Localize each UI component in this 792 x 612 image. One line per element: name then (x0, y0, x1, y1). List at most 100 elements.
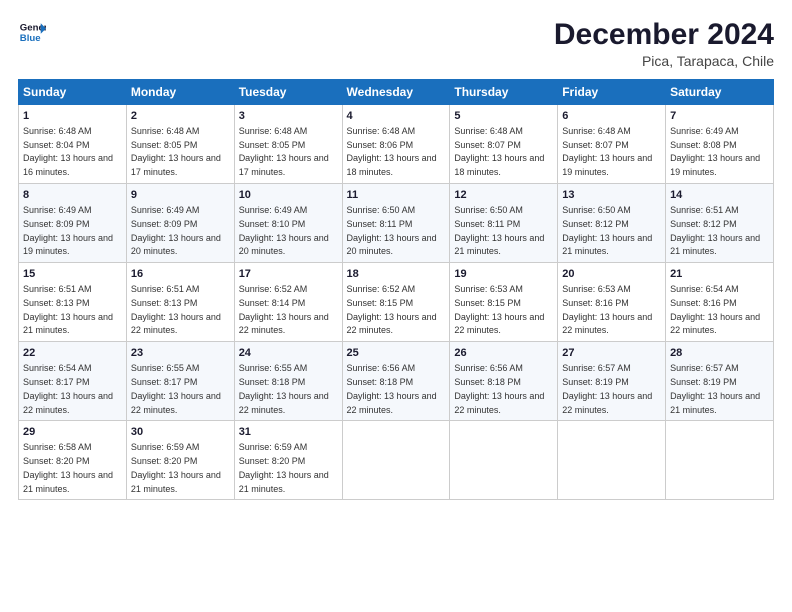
table-row: 11 Sunrise: 6:50 AMSunset: 8:11 PMDayligh… (342, 184, 450, 263)
page: General Blue December 2024 Pica, Tarapac… (0, 0, 792, 612)
header-tuesday: Tuesday (234, 80, 342, 105)
day-number: 18 (347, 267, 446, 282)
table-row (558, 421, 666, 500)
day-number: 11 (347, 188, 446, 203)
day-info: Sunrise: 6:48 AMSunset: 8:07 PMDaylight:… (454, 126, 544, 177)
subtitle: Pica, Tarapaca, Chile (554, 53, 774, 69)
day-number: 1 (23, 109, 122, 124)
table-row: 23 Sunrise: 6:55 AMSunset: 8:17 PMDayligh… (126, 342, 234, 421)
day-number: 25 (347, 346, 446, 361)
day-info: Sunrise: 6:48 AMSunset: 8:04 PMDaylight:… (23, 126, 113, 177)
day-info: Sunrise: 6:51 AMSunset: 8:13 PMDaylight:… (131, 284, 221, 335)
day-number: 14 (670, 188, 769, 203)
day-number: 12 (454, 188, 553, 203)
day-info: Sunrise: 6:49 AMSunset: 8:10 PMDaylight:… (239, 205, 329, 256)
title-block: December 2024 Pica, Tarapaca, Chile (554, 18, 774, 69)
day-number: 31 (239, 425, 338, 440)
header-monday: Monday (126, 80, 234, 105)
table-row: 4 Sunrise: 6:48 AMSunset: 8:06 PMDaylight… (342, 105, 450, 184)
header-friday: Friday (558, 80, 666, 105)
day-info: Sunrise: 6:49 AMSunset: 8:09 PMDaylight:… (23, 205, 113, 256)
day-number: 30 (131, 425, 230, 440)
day-info: Sunrise: 6:57 AMSunset: 8:19 PMDaylight:… (670, 363, 760, 414)
table-row: 12Sunrise: 6:50 AMSunset: 8:11 PMDayligh… (450, 184, 558, 263)
calendar-week-row: 22Sunrise: 6:54 AMSunset: 8:17 PMDayligh… (19, 342, 774, 421)
day-info: Sunrise: 6:53 AMSunset: 8:15 PMDaylight:… (454, 284, 544, 335)
day-info: Sunrise: 6:52 AMSunset: 8:15 PMDaylight:… (347, 284, 437, 335)
day-info: Sunrise: 6:49 AMSunset: 8:08 PMDaylight:… (670, 126, 760, 177)
table-row: 8 Sunrise: 6:49 AMSunset: 8:09 PMDaylight… (19, 184, 127, 263)
day-info: Sunrise: 6:53 AMSunset: 8:16 PMDaylight:… (562, 284, 652, 335)
table-row: 26 Sunrise: 6:56 AMSunset: 8:18 PMDayligh… (450, 342, 558, 421)
day-info: Sunrise: 6:51 AMSunset: 8:13 PMDaylight:… (23, 284, 113, 335)
day-number: 9 (131, 188, 230, 203)
day-info: Sunrise: 6:52 AMSunset: 8:14 PMDaylight:… (239, 284, 329, 335)
day-number: 16 (131, 267, 230, 282)
day-info: Sunrise: 6:50 AMSunset: 8:11 PMDaylight:… (347, 205, 437, 256)
table-row: 10 Sunrise: 6:49 AMSunset: 8:10 PMDayligh… (234, 184, 342, 263)
day-number: 29 (23, 425, 122, 440)
day-info: Sunrise: 6:54 AMSunset: 8:16 PMDaylight:… (670, 284, 760, 335)
table-row: 5 Sunrise: 6:48 AMSunset: 8:07 PMDaylight… (450, 105, 558, 184)
header-saturday: Saturday (666, 80, 774, 105)
day-info: Sunrise: 6:48 AMSunset: 8:05 PMDaylight:… (131, 126, 221, 177)
table-row: 18 Sunrise: 6:52 AMSunset: 8:15 PMDayligh… (342, 263, 450, 342)
table-row: 3Sunrise: 6:48 AMSunset: 8:05 PMDaylight… (234, 105, 342, 184)
header: General Blue December 2024 Pica, Tarapac… (18, 18, 774, 69)
logo-icon: General Blue (18, 18, 46, 46)
svg-text:Blue: Blue (20, 33, 41, 44)
day-number: 19 (454, 267, 553, 282)
table-row: 6Sunrise: 6:48 AMSunset: 8:07 PMDaylight… (558, 105, 666, 184)
day-number: 24 (239, 346, 338, 361)
table-row: 24Sunrise: 6:55 AMSunset: 8:18 PMDayligh… (234, 342, 342, 421)
logo: General Blue (18, 18, 46, 46)
day-info: Sunrise: 6:54 AMSunset: 8:17 PMDaylight:… (23, 363, 113, 414)
day-info: Sunrise: 6:55 AMSunset: 8:17 PMDaylight:… (131, 363, 221, 414)
day-number: 10 (239, 188, 338, 203)
calendar-week-row: 8 Sunrise: 6:49 AMSunset: 8:09 PMDaylight… (19, 184, 774, 263)
day-number: 23 (131, 346, 230, 361)
day-number: 7 (670, 109, 769, 124)
header-sunday: Sunday (19, 80, 127, 105)
table-row: 22Sunrise: 6:54 AMSunset: 8:17 PMDayligh… (19, 342, 127, 421)
day-info: Sunrise: 6:51 AMSunset: 8:12 PMDaylight:… (670, 205, 760, 256)
day-number: 2 (131, 109, 230, 124)
table-row (666, 421, 774, 500)
main-title: December 2024 (554, 18, 774, 51)
day-number: 4 (347, 109, 446, 124)
calendar-week-row: 1 Sunrise: 6:48 AMSunset: 8:04 PMDaylight… (19, 105, 774, 184)
day-number: 26 (454, 346, 553, 361)
header-wednesday: Wednesday (342, 80, 450, 105)
day-number: 28 (670, 346, 769, 361)
day-info: Sunrise: 6:56 AMSunset: 8:18 PMDaylight:… (347, 363, 437, 414)
day-info: Sunrise: 6:59 AMSunset: 8:20 PMDaylight:… (131, 442, 221, 493)
table-row: 15Sunrise: 6:51 AMSunset: 8:13 PMDayligh… (19, 263, 127, 342)
day-number: 8 (23, 188, 122, 203)
table-row: 19 Sunrise: 6:53 AMSunset: 8:15 PMDayligh… (450, 263, 558, 342)
day-number: 3 (239, 109, 338, 124)
table-row: 27 Sunrise: 6:57 AMSunset: 8:19 PMDayligh… (558, 342, 666, 421)
day-number: 21 (670, 267, 769, 282)
day-number: 5 (454, 109, 553, 124)
day-info: Sunrise: 6:56 AMSunset: 8:18 PMDaylight:… (454, 363, 544, 414)
table-row: 30 Sunrise: 6:59 AMSunset: 8:20 PMDayligh… (126, 421, 234, 500)
day-number: 17 (239, 267, 338, 282)
table-row: 28 Sunrise: 6:57 AMSunset: 8:19 PMDayligh… (666, 342, 774, 421)
table-row: 1 Sunrise: 6:48 AMSunset: 8:04 PMDaylight… (19, 105, 127, 184)
table-row: 14 Sunrise: 6:51 AMSunset: 8:12 PMDayligh… (666, 184, 774, 263)
day-info: Sunrise: 6:57 AMSunset: 8:19 PMDaylight:… (562, 363, 652, 414)
day-info: Sunrise: 6:59 AMSunset: 8:20 PMDaylight:… (239, 442, 329, 493)
day-number: 27 (562, 346, 661, 361)
calendar-week-row: 29 Sunrise: 6:58 AMSunset: 8:20 PMDayligh… (19, 421, 774, 500)
table-row: 20Sunrise: 6:53 AMSunset: 8:16 PMDayligh… (558, 263, 666, 342)
table-row: 31 Sunrise: 6:59 AMSunset: 8:20 PMDayligh… (234, 421, 342, 500)
day-info: Sunrise: 6:48 AMSunset: 8:06 PMDaylight:… (347, 126, 437, 177)
table-row: 13Sunrise: 6:50 AMSunset: 8:12 PMDayligh… (558, 184, 666, 263)
table-row: 9Sunrise: 6:49 AMSunset: 8:09 PMDaylight… (126, 184, 234, 263)
table-row: 7 Sunrise: 6:49 AMSunset: 8:08 PMDaylight… (666, 105, 774, 184)
day-info: Sunrise: 6:50 AMSunset: 8:12 PMDaylight:… (562, 205, 652, 256)
day-info: Sunrise: 6:58 AMSunset: 8:20 PMDaylight:… (23, 442, 113, 493)
table-row: 29 Sunrise: 6:58 AMSunset: 8:20 PMDayligh… (19, 421, 127, 500)
day-info: Sunrise: 6:48 AMSunset: 8:07 PMDaylight:… (562, 126, 652, 177)
table-row: 21 Sunrise: 6:54 AMSunset: 8:16 PMDayligh… (666, 263, 774, 342)
